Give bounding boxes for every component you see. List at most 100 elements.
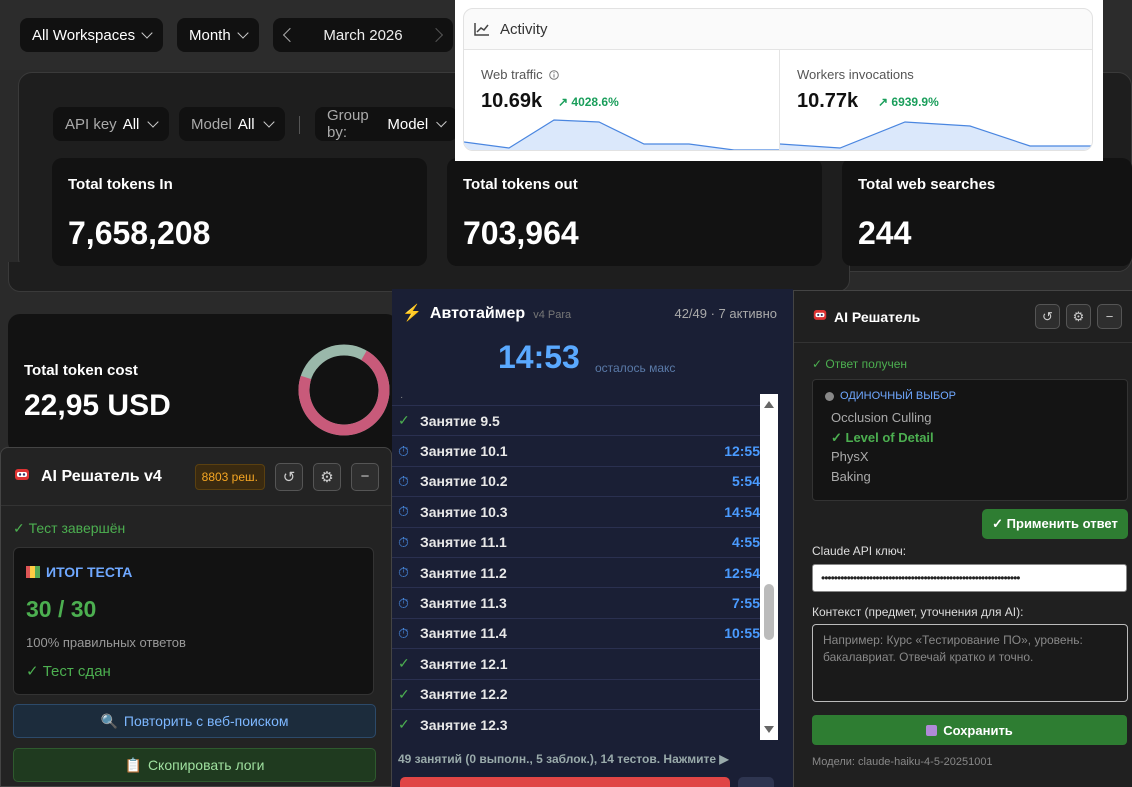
cost-donut-chart [298, 344, 390, 436]
metric-value: 10.69k [481, 90, 543, 112]
solver-v4-title: AI Решатель v4 [41, 467, 162, 485]
test-status: ✓ Тест завершён [13, 520, 126, 536]
answer-option-selected: ✓ Level of Detail [831, 429, 934, 445]
lesson-row[interactable]: ✓ Занятие 12.1 [392, 648, 762, 678]
model-filter-value: All [237, 115, 255, 133]
ai-solver-v4-window: AI Решатель v4 8803 реш. ↺ ⚙ − ✓ Тест за… [0, 447, 392, 787]
lesson-row[interactable]: ✓ Занятие 9.5 [392, 405, 762, 435]
lesson-row[interactable]: ⏱ Занятие 11.3 7:55 [392, 587, 762, 617]
api-key-filter[interactable]: API key All [53, 107, 170, 141]
lesson-row[interactable]: ⏱ Занятие 11.2 12:54 [392, 556, 762, 587]
kpi-card-tokens-out: Total tokens out 703,964 [447, 158, 822, 266]
metric-change: ↗ 4028.6% [558, 95, 619, 109]
timer-counter: 42/49 · 7 активно [674, 306, 777, 321]
context-textarea[interactable]: Например: Курс «Тестирование ПО», уровен… [812, 624, 1128, 702]
stopwatch-icon: ⏱ [398, 503, 409, 520]
ai-solver-window: AI Решатель ↺ ⚙ − ✓ Ответ получен ОДИНОЧ… [793, 290, 1132, 787]
group-by-label: Group by: [327, 107, 369, 141]
radio-icon [825, 391, 834, 401]
copy-logs-button[interactable]: 📋 Скопировать логи [13, 748, 376, 782]
answer-box: ОДИНОЧНЫЙ ВЫБОР Occlusion Culling ✓ Leve… [812, 379, 1128, 501]
group-by-value: Model [387, 115, 429, 133]
lesson-row[interactable]: ⏱ Занятие 10.2 5:54 [392, 465, 762, 496]
metric-web-traffic[interactable]: Web traffic 10.69k ↗ 4028.6% [464, 49, 779, 150]
copy-logs-label: Скопировать логи [147, 757, 265, 773]
chevron-right-icon[interactable] [428, 27, 444, 43]
timer-summary[interactable]: 49 занятий (0 выполн., 5 заблок.), 14 те… [398, 752, 729, 766]
date-navigator: March 2026 [273, 18, 453, 52]
lesson-row[interactable]: ✓ Занятие 12.2 [392, 678, 762, 709]
kpi-value: 244 [858, 215, 912, 251]
lesson-row[interactable]: ⏱ Занятие 11.4 10:55 [392, 617, 762, 648]
workspace-select-label: All Workspaces [32, 26, 136, 44]
timer-version: v4 Para [533, 309, 572, 321]
timer-clock: 14:53 [498, 339, 580, 375]
lightning-icon: ⚡ [402, 305, 422, 322]
workspace-select[interactable]: All Workspaces [20, 18, 164, 52]
kpi-value: 703,964 [463, 215, 579, 251]
kpi-title: Total web searches [858, 176, 996, 193]
apply-answer-button[interactable]: ✓ Применить ответ [982, 509, 1128, 539]
solver-v4-header: AI Решатель v4 8803 реш. ↺ ⚙ − [1, 448, 391, 506]
lesson-name: Занятие 11.4 [420, 625, 507, 642]
api-key-label: Claude API ключ: [812, 544, 907, 558]
activity-widget: Activity Web traffic 10.69k ↗ 4028.6% Wo… [455, 0, 1103, 161]
kpi-value: 7,658,208 [68, 215, 211, 251]
minimize-button[interactable]: − [351, 462, 379, 491]
metric-label: Web traffic [481, 67, 559, 82]
retry-with-web-search-button[interactable]: 🔍 Повторить с веб-поиском [13, 704, 376, 738]
usage-panel-lower [8, 262, 850, 292]
refresh-button[interactable]: ↺ [275, 462, 303, 491]
context-label: Контекст (предмет, уточнения для AI): [812, 605, 1024, 619]
metric-workers-invocations[interactable]: Workers invocations 10.77k ↗ 6939.9% [779, 49, 1092, 150]
lesson-name: Занятие 10.3 [420, 503, 508, 520]
check-icon: ✓ [398, 412, 410, 429]
kpi-title: Total tokens out [463, 176, 578, 193]
minimize-button[interactable]: − [1097, 304, 1122, 329]
lesson-list-scrollbar[interactable] [760, 394, 778, 740]
stopwatch-icon: ⏱ [398, 594, 409, 611]
robot-icon [13, 466, 31, 487]
chevron-left-icon[interactable] [282, 27, 298, 43]
info-icon[interactable] [548, 69, 559, 80]
scrollbar-thumb[interactable] [764, 584, 774, 640]
save-button[interactable]: Сохранить [812, 715, 1127, 745]
stop-button[interactable] [400, 777, 730, 787]
api-key-input[interactable]: ••••••••••••••••••••••••••••••••••••••••… [812, 564, 1127, 592]
lesson-row[interactable]: ⏱ Занятие 11.1 4:55 [392, 526, 762, 557]
kpi-card-web-searches: Total web searches 244 [842, 158, 1132, 266]
minus-icon: − [360, 468, 370, 485]
test-accuracy: 100% правильных ответов [26, 635, 186, 650]
chevron-down-icon [237, 27, 249, 39]
stopwatch-icon: ⏱ [398, 442, 409, 459]
settings-button[interactable]: ⚙ [1066, 304, 1091, 329]
floppy-disk-icon [926, 724, 938, 736]
robot-icon [812, 307, 828, 327]
scroll-down-icon[interactable] [764, 726, 774, 733]
activity-title: Activity [500, 20, 548, 38]
lesson-name: Занятие 10.2 [420, 473, 508, 490]
question-type-label: ОДИНОЧНЫЙ ВЫБОР [840, 390, 956, 402]
lesson-name: Занятие 11.1 [420, 534, 507, 551]
autotimer-window: ⚡ Автотаймер v4 Para 42/49 · 7 активно 1… [392, 289, 793, 787]
lesson-row[interactable]: ⏱ Занятие 10.3 14:54 [392, 496, 762, 526]
secondary-button[interactable] [738, 777, 774, 787]
period-select[interactable]: Month [177, 18, 259, 52]
scroll-up-icon[interactable] [764, 401, 774, 408]
model-filter[interactable]: Model All [179, 107, 285, 141]
lesson-name: Занятие 12.3 [420, 716, 508, 733]
workers-sparkline [780, 121, 1092, 150]
check-icon: ✓ [398, 685, 410, 702]
check-icon: ✓ [398, 655, 410, 672]
refresh-button[interactable]: ↺ [1035, 304, 1060, 329]
result-heading: ИТОГ ТЕСТА [26, 564, 361, 580]
answer-option: PhysX [831, 449, 869, 464]
donut-segment-main [298, 344, 390, 436]
test-score: 30 / 30 [26, 596, 97, 622]
bar-chart-icon [26, 566, 40, 578]
settings-button[interactable]: ⚙ [313, 462, 341, 491]
lesson-time: 5:54 [731, 473, 760, 490]
lesson-row[interactable]: ⏱ Занятие 10.1 12:55 [392, 435, 762, 465]
lesson-row[interactable]: ✓ Занятие 12.3 [392, 708, 762, 739]
group-by-filter[interactable]: Group by: Model [315, 107, 457, 141]
